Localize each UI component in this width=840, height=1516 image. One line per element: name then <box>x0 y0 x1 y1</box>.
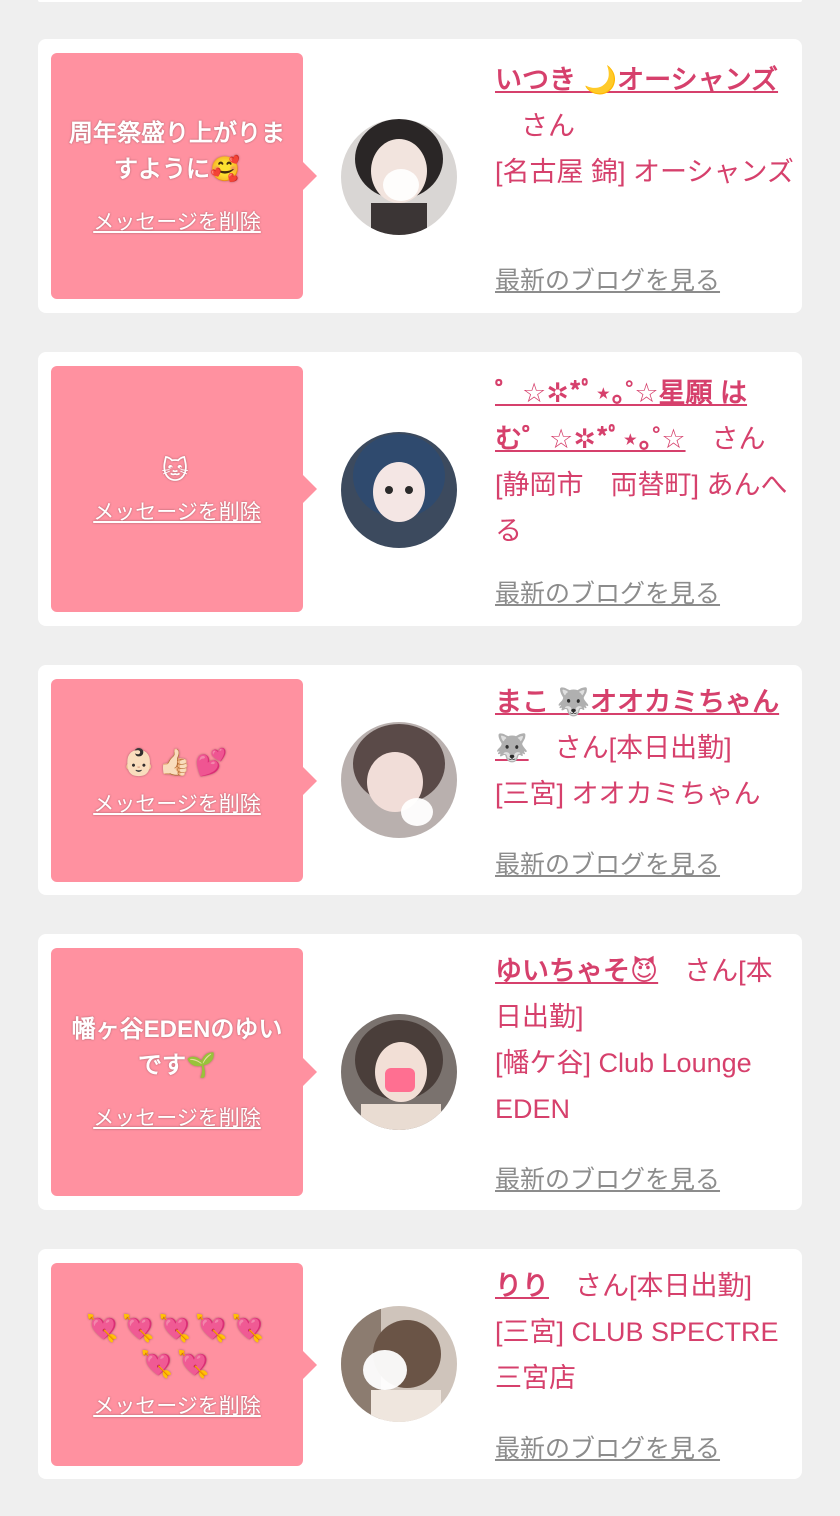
cast-info: いつき 🌙オーシャンズさん [名古屋 錦] オーシャンズ <box>495 57 795 195</box>
shop-area: [名古屋 錦] オーシャンズ <box>495 157 794 187</box>
latest-blog-link[interactable]: 最新のブログを見る <box>495 261 720 297</box>
favorite-card: 幡ヶ谷EDENのゆいです🌱 メッセージを削除 ゆいちゃそ😈 さん[本日出勤] [幡… <box>38 934 802 1210</box>
delete-message-link[interactable]: メッセージを削除 <box>93 496 261 526</box>
favorite-card: 周年祭盛り上がりますように🥰 メッセージを削除 いつき 🌙オーシャンズさん [名… <box>38 39 802 313</box>
cast-name-link[interactable]: いつき 🌙オーシャンズ <box>495 65 778 95</box>
avatar-image <box>341 432 457 548</box>
latest-blog-link[interactable]: 最新のブログを見る <box>495 1429 720 1465</box>
latest-blog-link[interactable]: 最新のブログを見る <box>495 1160 720 1196</box>
avatar[interactable] <box>341 722 457 838</box>
shop-area: [幡ケ谷] Club Lounge EDEN <box>495 1048 752 1124</box>
latest-blog-link[interactable]: 最新のブログを見る <box>495 845 720 881</box>
delete-message-link[interactable]: メッセージを削除 <box>93 1390 261 1420</box>
shop-area: [三宮] オオカミちゃん <box>495 779 761 809</box>
honorific: さん[本日出勤] <box>575 1271 753 1301</box>
cast-info: ゆいちゃそ😈 さん[本日出勤] [幡ケ谷] Club Lounge EDEN <box>495 948 795 1132</box>
message-text: 💘💘💘💘💘💘💘 <box>86 1312 268 1379</box>
latest-blog-link[interactable]: 最新のブログを見る <box>495 574 720 610</box>
honorific: さん[本日出勤] <box>554 733 732 763</box>
honorific: さん <box>521 111 575 141</box>
delete-message-link[interactable]: メッセージを削除 <box>93 206 261 236</box>
message-text: 幡ヶ谷EDENのゆいです🌱 <box>71 1016 283 1079</box>
delete-message-link[interactable]: メッセージを削除 <box>93 788 261 818</box>
message-text: 周年祭盛り上がりますように🥰 <box>69 120 285 183</box>
shop-area: [静岡市 両替町] あんへる <box>495 470 788 546</box>
previous-card-edge <box>38 0 802 2</box>
message-bubble: 幡ヶ谷EDENのゆいです🌱 メッセージを削除 <box>51 948 317 1196</box>
message-bubble: 👶🏻👍🏻💕 メッセージを削除 <box>51 679 317 882</box>
avatar-image <box>341 1014 457 1130</box>
avatar[interactable] <box>341 1014 457 1130</box>
honorific: さん <box>711 424 766 454</box>
cast-info: りり さん[本日出勤] [三宮] CLUB SPECTRE 三宮店 <box>495 1263 795 1401</box>
avatar[interactable] <box>341 432 457 548</box>
avatar[interactable] <box>341 1306 457 1422</box>
message-bubble: 🐱 メッセージを削除 <box>51 366 317 612</box>
cast-name-link[interactable]: ゜☆✲*ﾟ⋆｡˚☆星願 はむ゜☆✲*ﾟ⋆｡˚☆ <box>495 378 747 454</box>
message-text: 🐱 <box>161 455 193 485</box>
avatar-image <box>341 1306 457 1422</box>
favorite-card: 💘💘💘💘💘💘💘 メッセージを削除 りり さん[本日出勤] [三宮] CLUB SP… <box>38 1249 802 1479</box>
delete-message-link[interactable]: メッセージを削除 <box>93 1102 261 1132</box>
favorite-card: 👶🏻👍🏻💕 メッセージを削除 まこ 🐺オオカミちゃん🐺 さん[本日出勤] [三宮]… <box>38 665 802 895</box>
cast-name-link[interactable]: りり <box>495 1271 549 1301</box>
cast-info: まこ 🐺オオカミちゃん🐺 さん[本日出勤] [三宮] オオカミちゃん <box>495 679 795 817</box>
avatar[interactable] <box>341 119 457 235</box>
shop-area: [三宮] CLUB SPECTRE 三宮店 <box>495 1317 779 1393</box>
message-text: 👶🏻👍🏻💕 <box>122 746 232 777</box>
message-bubble: 💘💘💘💘💘💘💘 メッセージを削除 <box>51 1263 317 1466</box>
avatar-image <box>341 119 457 235</box>
cast-info: ゜☆✲*ﾟ⋆｡˚☆星願 はむ゜☆✲*ﾟ⋆｡˚☆ さん [静岡市 両替町] あんへる <box>495 370 795 554</box>
cast-name-link[interactable]: ゆいちゃそ😈 <box>495 956 658 986</box>
favorite-card: 🐱 メッセージを削除 ゜☆✲*ﾟ⋆｡˚☆星願 はむ゜☆✲*ﾟ⋆｡˚☆ さん [静岡… <box>38 352 802 626</box>
avatar-image <box>341 722 457 838</box>
message-bubble: 周年祭盛り上がりますように🥰 メッセージを削除 <box>51 53 317 299</box>
